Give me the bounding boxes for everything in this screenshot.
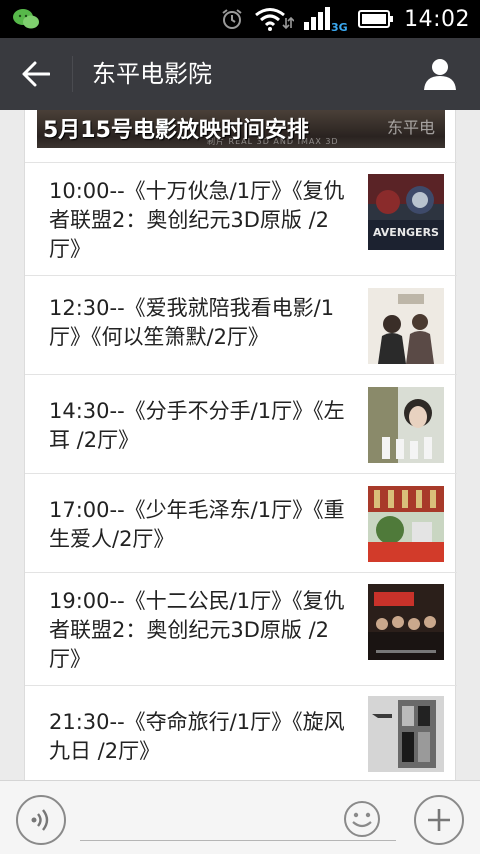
wechat-notification-icon [13, 9, 39, 29]
network-type-label: 3G [331, 21, 348, 32]
romance-poster-icon [368, 288, 444, 364]
schedule-text: 14:30--《分手不分手/1厅》《左耳 /2厅》 [49, 399, 345, 452]
chat-content[interactable]: 制片 REAL 3D AND IMAX 3D 5月15号电影放映时间安排 东平电… [0, 110, 480, 780]
more-options-button[interactable] [414, 795, 464, 845]
list-item[interactable]: 12:30--《爱我就陪我看电影/1厅》《何以笙箫默/2厅》 [25, 275, 457, 374]
alarm-icon [222, 9, 242, 29]
list-item[interactable]: 14:30--《分手不分手/1厅》《左耳 /2厅》 [25, 374, 457, 473]
status-bar: 3G 14:02 [0, 0, 480, 38]
profile-icon[interactable] [422, 56, 458, 92]
banner-logo: 东平电 [386, 118, 435, 137]
plus-icon [428, 809, 450, 831]
banner-title: 5月15号电影放映时间安排 [43, 118, 309, 143]
poster-caption: AVENGERS [373, 226, 439, 239]
back-arrow-icon [22, 61, 50, 87]
list-item[interactable]: 10:00--《十万伙急/1厅》《复仇者联盟2：奥创纪元3D原版 /2厅》 AV… [25, 162, 457, 275]
travel-poster-icon [368, 696, 444, 772]
list-item[interactable]: 17:00--《少年毛泽东/1厅》《重生爱人/2厅》 [25, 473, 457, 572]
article-banner[interactable]: 制片 REAL 3D AND IMAX 3D 5月15号电影放映时间安排 东平电 [37, 110, 445, 148]
avengers-poster-icon: AVENGERS [368, 174, 444, 250]
schedule-text: 12:30--《爱我就陪我看电影/1厅》《何以笙箫默/2厅》 [49, 296, 335, 349]
page-title: 东平电影院 [92, 60, 212, 88]
clock-time: 14:02 [404, 6, 470, 32]
title-divider [72, 56, 73, 92]
schedule-text: 19:00--《十二公民/1厅》《复仇者联盟2：奥创纪元3D原版 /2厅》 [49, 589, 345, 671]
voice-button[interactable] [16, 795, 66, 845]
reborn-poster-icon [368, 486, 444, 562]
schedule-text: 21:30--《夺命旅行/1厅》《旋风九日 /2厅》 [49, 710, 345, 763]
wifi-icon [255, 8, 295, 31]
battery-icon [358, 10, 394, 28]
voice-icon [31, 809, 49, 831]
message-input-bar [0, 780, 480, 854]
list-item[interactable]: 19:00--《十二公民/1厅》《复仇者联盟2：奥创纪元3D原版 /2厅》 [25, 572, 457, 685]
title-bar: 东平电影院 [0, 38, 480, 110]
article-card[interactable]: 制片 REAL 3D AND IMAX 3D 5月15号电影放映时间安排 东平电… [24, 110, 457, 780]
signal-icon: 3G [304, 7, 348, 32]
schedule-text: 10:00--《十万伙急/1厅》《复仇者联盟2：奥创纪元3D原版 /2厅》 [49, 179, 345, 261]
schedule-text: 17:00--《少年毛泽东/1厅》《重生爱人/2厅》 [49, 498, 345, 551]
citizens-poster-icon [368, 584, 444, 660]
back-button[interactable] [14, 56, 58, 92]
zuoer-poster-icon [368, 387, 444, 463]
list-item[interactable]: 21:30--《夺命旅行/1厅》《旋风九日 /2厅》 [25, 685, 457, 780]
emoji-icon[interactable] [342, 799, 382, 839]
